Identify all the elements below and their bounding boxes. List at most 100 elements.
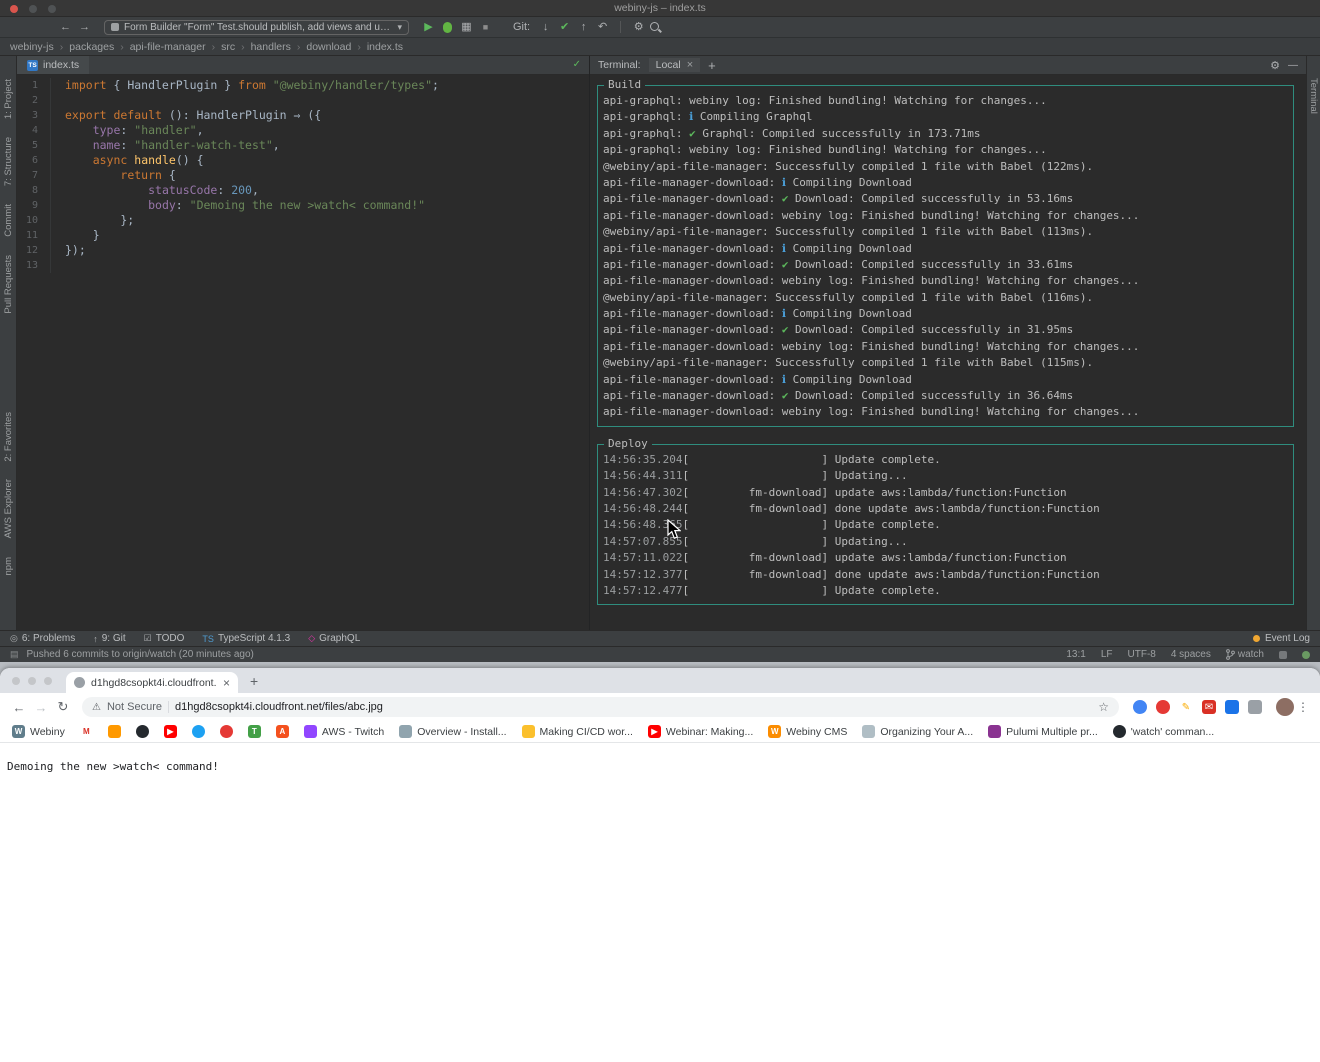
breadcrumb-item[interactable]: webiny-js — [10, 41, 54, 53]
bookmark-item[interactable]: Organizing Your A... — [862, 725, 973, 738]
run-configuration-select[interactable]: Form Builder "Form" Test.should publish,… — [104, 20, 409, 35]
tool-window-button[interactable]: 2: Favorites — [3, 412, 14, 462]
file-encoding-widget[interactable]: UTF-8 — [1128, 649, 1156, 660]
zoom-window-button[interactable] — [44, 677, 52, 685]
tool-window-button[interactable]: ◇ GraphQL — [308, 633, 360, 644]
event-log-button[interactable]: Event Log — [1265, 633, 1310, 644]
bookmark-item[interactable] — [136, 725, 149, 738]
not-secure-warning-icon[interactable]: ⚠ — [92, 702, 101, 713]
bookmark-item[interactable]: Making CI/CD wor... — [522, 725, 633, 738]
new-tab-button[interactable]: + — [250, 674, 258, 688]
bookmark-label: AWS - Twitch — [322, 726, 384, 738]
hide-terminal-icon[interactable]: — — [1288, 60, 1298, 71]
tool-window-button[interactable]: TS TypeScript 4.1.3 — [202, 633, 290, 644]
extension-icon[interactable]: ✉ — [1202, 700, 1216, 714]
git-push-button[interactable]: ↑ — [574, 18, 593, 37]
bookmark-item[interactable]: Overview - Install... — [399, 725, 506, 738]
minimize-window-button[interactable] — [28, 677, 36, 685]
tool-window-button[interactable]: Pull Requests — [3, 255, 14, 314]
git-rollback-button[interactable]: ↶ — [593, 18, 612, 37]
inspection-ok-icon[interactable]: ✓ — [573, 59, 581, 70]
breadcrumb-item[interactable]: download — [291, 41, 351, 53]
tool-window-button[interactable]: ☑ TODO — [144, 633, 185, 644]
browser-forward-icon[interactable]: → — [30, 700, 52, 715]
tool-window-button[interactable]: AWS Explorer — [3, 479, 14, 538]
git-branch-widget[interactable]: watch — [1226, 649, 1264, 660]
breadcrumb-item[interactable]: src — [206, 41, 236, 53]
caret-position-widget[interactable]: 13:1 — [1066, 649, 1085, 660]
extension-icon[interactable] — [1133, 700, 1147, 714]
breadcrumb-item[interactable]: packages — [54, 41, 114, 53]
read-only-lock-icon[interactable] — [1279, 651, 1287, 659]
git-update-button[interactable]: ↓ — [536, 18, 555, 37]
bookmark-item[interactable]: A — [276, 725, 289, 738]
browser-menu-icon[interactable]: ⋮ — [1294, 700, 1312, 714]
close-window-button[interactable] — [12, 677, 20, 685]
address-bar[interactable]: ⚠ Not Secure d1hgd8csopkt4i.cloudfront.n… — [82, 697, 1119, 717]
profile-avatar[interactable] — [1276, 698, 1294, 716]
bookmark-item[interactable]: ▶ Webinar: Making... — [648, 725, 753, 738]
run-with-coverage-button[interactable]: ▦ — [457, 18, 476, 37]
close-icon[interactable]: × — [687, 59, 693, 71]
bookmark-item[interactable]: M — [80, 725, 93, 738]
close-tab-icon[interactable]: × — [223, 676, 230, 690]
terminal-settings-icon[interactable]: ⚙ — [1270, 59, 1280, 72]
new-terminal-session-button[interactable]: + — [708, 58, 716, 73]
breadcrumb-item[interactable]: handlers — [235, 41, 291, 53]
navigate-back-icon[interactable]: ← — [56, 18, 75, 37]
bookmark-item[interactable] — [220, 725, 233, 738]
bookmark-item[interactable]: T — [248, 725, 261, 738]
zoom-window-button[interactable] — [48, 5, 56, 13]
bookmark-item[interactable]: W Webiny — [12, 725, 65, 738]
indent-style-widget[interactable]: 4 spaces — [1171, 649, 1211, 660]
browser-tab[interactable]: d1hgd8csopkt4i.cloudfront.ne × — [66, 672, 238, 693]
extension-icon[interactable] — [1156, 700, 1170, 714]
extension-icon[interactable] — [1248, 700, 1262, 714]
stop-button[interactable]: ■ — [476, 18, 495, 37]
url-text[interactable]: d1hgd8csopkt4i.cloudfront.net/files/abc.… — [175, 701, 1092, 713]
log-line: api-graphql: ℹ Compiling Graphql — [603, 109, 1289, 125]
tool-window-button[interactable]: Terminal — [1308, 78, 1319, 114]
code-line: 3 export default (): HandlerPlugin ⇒ ({ — [17, 108, 589, 123]
bookmark-item[interactable]: 'watch' comman... — [1113, 725, 1214, 738]
code-line: 11 } — [17, 228, 589, 243]
bookmark-item[interactable]: AWS - Twitch — [304, 725, 384, 738]
tool-window-button[interactable]: npm — [3, 557, 14, 575]
terminal-output[interactable]: Build api-graphql: webiny log: Finished … — [590, 75, 1306, 630]
breadcrumb-item[interactable]: index.ts — [351, 41, 403, 53]
tab-index-ts[interactable]: TS index.ts — [17, 56, 89, 74]
bookmark-item[interactable]: Pulumi Multiple pr... — [988, 725, 1098, 738]
tool-window-button[interactable]: Commit — [3, 204, 14, 237]
tool-window-switcher-icon[interactable]: ▤ — [10, 649, 19, 660]
status-widgets: 13:1 LF UTF-8 4 spaces watch — [1066, 649, 1310, 660]
tab-terminal-local[interactable]: Local × — [649, 58, 701, 72]
settings-icon[interactable]: ⚙ — [629, 18, 648, 37]
bookmark-star-icon[interactable]: ☆ — [1098, 700, 1109, 714]
bookmark-item[interactable] — [108, 725, 121, 738]
browser-back-icon[interactable]: ← — [8, 700, 30, 715]
tool-window-button[interactable]: ↑ 9: Git — [93, 633, 125, 644]
bookmark-item[interactable]: ▶ — [164, 725, 177, 738]
tool-window-button[interactable]: 1: Project — [3, 79, 14, 119]
navigate-forward-icon[interactable]: → — [75, 18, 94, 37]
line-number: 12 — [17, 243, 51, 258]
bookmark-item[interactable]: W Webiny CMS — [768, 725, 847, 738]
bookmark-item[interactable] — [192, 725, 205, 738]
tool-window-button[interactable]: 7: Structure — [3, 137, 14, 186]
minimize-window-button[interactable] — [29, 5, 37, 13]
run-button[interactable]: ▶ — [419, 18, 438, 37]
extension-icon[interactable] — [1225, 700, 1239, 714]
browser-reload-icon[interactable]: ↻ — [52, 699, 74, 715]
tool-window-label: 9: Git — [102, 633, 126, 644]
notifications-icon[interactable] — [1302, 651, 1310, 659]
search-icon[interactable] — [648, 20, 663, 35]
close-window-button[interactable] — [10, 5, 18, 13]
git-commit-button[interactable]: ✔ — [555, 18, 574, 37]
breadcrumb-item[interactable]: api-file-manager — [114, 41, 205, 53]
tool-window-button[interactable]: ◎ 6: Problems — [10, 633, 75, 644]
log-line: api-file-manager-download: ✔ Download: C… — [603, 257, 1289, 273]
extension-icon[interactable]: ✎ — [1179, 700, 1193, 714]
debug-button[interactable] — [443, 22, 452, 33]
code-editor[interactable]: 1 import { HandlerPlugin } from "@webiny… — [17, 75, 589, 630]
line-separator-widget[interactable]: LF — [1101, 649, 1113, 660]
